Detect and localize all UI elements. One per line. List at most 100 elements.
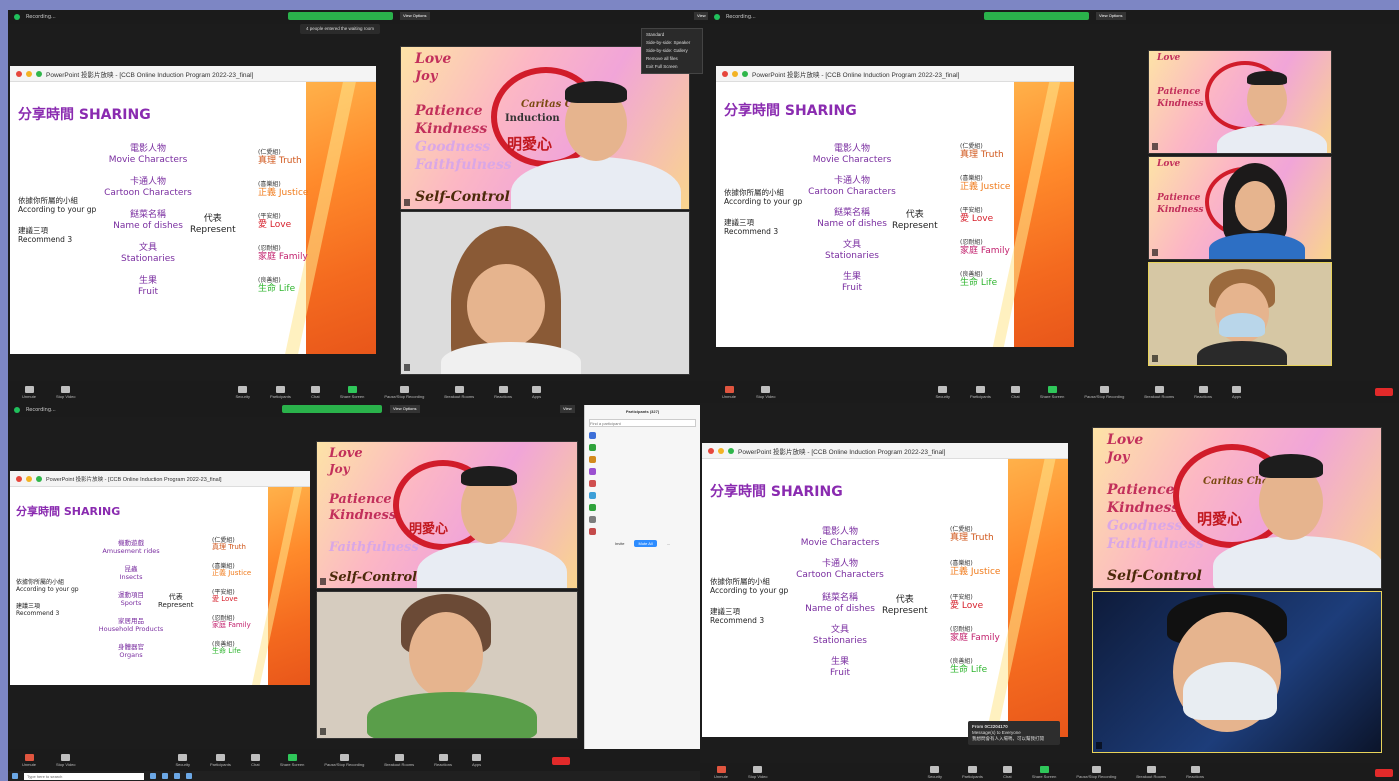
chat-button[interactable]: Chat [310,385,320,399]
participant-row[interactable] [585,489,700,501]
video-tile-participant[interactable] [1092,591,1382,753]
view-button[interactable]: View [694,12,708,20]
view-options-button[interactable]: View Options [390,405,420,413]
slide-decoration [1008,459,1068,737]
breakout-rooms-button[interactable]: Breakout Rooms [384,753,414,767]
taskbar-search[interactable]: Type here to search [24,772,144,780]
unmute-button[interactable]: Unmute [22,753,36,767]
minimize-dot-icon[interactable] [26,475,32,482]
participants-button[interactable]: Participants [962,765,983,779]
stop-video-button[interactable]: Stop Video [756,385,776,399]
apps-button[interactable]: Apps [472,753,481,767]
more-button[interactable]: ... [667,541,670,546]
maximize-dot-icon[interactable] [742,70,748,77]
poster-word: Kindness [1157,205,1204,215]
video-tile-participant[interactable] [316,591,578,739]
participants-button[interactable]: Participants [210,753,231,767]
video-tile-presenter[interactable]: Love Patience Kindness [1148,50,1332,154]
unmute-button[interactable]: Unmute [22,385,36,399]
end-meeting-button[interactable] [1375,769,1393,777]
reactions-button[interactable]: Reactions [1186,765,1204,779]
share-screen-button[interactable]: Share Screen [1040,385,1064,399]
view-button[interactable]: View [560,405,575,413]
apps-button[interactable]: Apps [1232,385,1241,399]
invite-button[interactable]: Invite [615,541,625,546]
participants-button[interactable]: Participants [270,385,291,399]
app-icon[interactable] [150,773,156,779]
view-menu-item[interactable]: Exit Full Screen [646,63,698,71]
chat-button[interactable]: Chat [1002,765,1012,779]
close-dot-icon[interactable] [16,475,22,482]
stop-video-button[interactable]: Stop Video [56,753,76,767]
video-tile-participant[interactable]: Love Patience Kindness [1148,156,1332,260]
breakout-rooms-button[interactable]: Breakout Rooms [1136,765,1166,779]
breakout-rooms-button[interactable]: Breakout Rooms [444,385,474,399]
close-dot-icon[interactable] [722,70,728,77]
pause-recording-button[interactable]: Pause/Stop Recording [324,753,364,767]
mute-all-button[interactable]: Mute All [634,539,657,547]
maximize-dot-icon[interactable] [36,70,42,77]
screen-share-banner[interactable] [288,12,393,20]
screen-share-banner[interactable] [282,405,382,413]
participant-row[interactable] [585,525,700,537]
minimize-dot-icon[interactable] [732,70,738,77]
minimize-dot-icon[interactable] [718,447,724,454]
view-menu-item[interactable]: Side-by-side: Gallery [646,47,698,55]
share-screen-button[interactable]: Share Screen [1032,765,1056,779]
close-dot-icon[interactable] [16,70,22,77]
stop-video-button[interactable]: Stop Video [56,385,76,399]
pause-recording-button[interactable]: Pause/Stop Recording [384,385,424,399]
security-button[interactable]: Security [176,753,190,767]
reactions-button[interactable]: Reactions [1194,385,1212,399]
share-screen-button[interactable]: Share Screen [340,385,364,399]
participant-row[interactable] [585,453,700,465]
participant-row[interactable] [585,465,700,477]
screen-share-banner[interactable] [984,12,1089,20]
app-icon[interactable] [162,773,168,779]
chat-popup[interactable]: From 0C2204170 Message(s) to Everyone 我想… [968,721,1060,745]
unmute-button[interactable]: Unmute [714,765,728,779]
stop-video-button[interactable]: Stop Video [748,765,768,779]
reactions-button[interactable]: Reactions [494,385,512,399]
pause-recording-button[interactable]: Pause/Stop Recording [1084,385,1124,399]
security-button[interactable]: Security [236,385,250,399]
view-menu-item[interactable]: Remove all files [646,55,698,63]
chat-button[interactable]: Chat [1010,385,1020,399]
participant-row[interactable] [585,513,700,525]
unmute-button[interactable]: Unmute [722,385,736,399]
start-icon[interactable] [12,773,18,779]
represent-label: 代表 Represent [882,595,928,616]
participant-row[interactable] [585,501,700,513]
app-icon[interactable] [186,773,192,779]
participant-row[interactable] [585,441,700,453]
end-meeting-button[interactable] [552,757,570,765]
minimize-dot-icon[interactable] [26,70,32,77]
waiting-room-notice[interactable]: 4 people entered the waiting room [300,24,381,34]
maximize-dot-icon[interactable] [728,447,734,454]
close-dot-icon[interactable] [708,447,714,454]
apps-button[interactable]: Apps [532,385,541,399]
maximize-dot-icon[interactable] [36,475,42,482]
video-tile-presenter[interactable]: Love Joy Patience Kindness Faithfulness … [316,441,578,589]
video-tile-participant[interactable] [400,211,690,375]
view-menu-item[interactable]: Side-by-side: Speaker [646,39,698,47]
video-tile-participant[interactable] [1148,262,1332,366]
view-menu-item[interactable]: Standard [646,31,698,39]
poster-word: Love [415,51,452,67]
view-options-button[interactable]: View Options [400,12,430,20]
pause-recording-button[interactable]: Pause/Stop Recording [1076,765,1116,779]
reactions-button[interactable]: Reactions [434,753,452,767]
share-screen-button[interactable]: Share Screen [280,753,304,767]
chat-button[interactable]: Chat [250,753,260,767]
view-options-button[interactable]: View Options [1096,12,1126,20]
participants-button[interactable]: Participants [970,385,991,399]
end-meeting-button[interactable] [1375,388,1393,396]
app-icon[interactable] [174,773,180,779]
breakout-rooms-button[interactable]: Breakout Rooms [1144,385,1174,399]
participant-row[interactable] [585,477,700,489]
participant-search-input[interactable] [589,419,696,427]
participant-row[interactable] [585,429,700,441]
video-tile-presenter[interactable]: Love Joy Patience Kindness Goodness Fait… [1092,427,1382,589]
security-button[interactable]: Security [928,765,942,779]
security-button[interactable]: Security [936,385,950,399]
